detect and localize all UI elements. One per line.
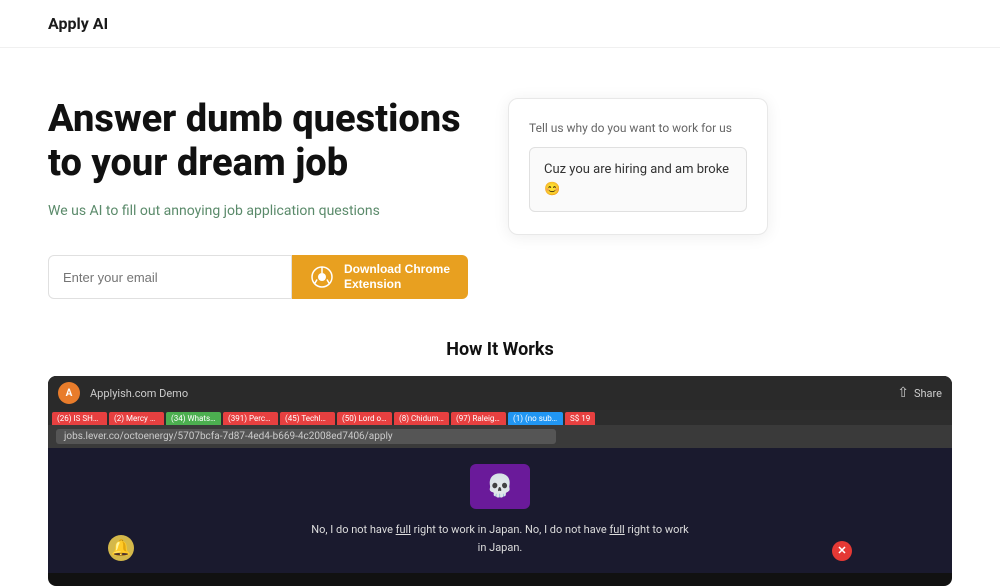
browser-tab[interactable]: (97) Raleigh Ritchi... bbox=[451, 412, 506, 425]
close-icon[interactable]: ✕ bbox=[832, 541, 852, 561]
card-label: Tell us why do you want to work for us bbox=[529, 121, 747, 135]
browser-tab[interactable]: (1) (no subject)... bbox=[508, 412, 563, 425]
browser-tab[interactable]: (8) Chidume Nia... bbox=[394, 412, 449, 425]
demo-card: Tell us why do you want to work for us C… bbox=[508, 98, 768, 235]
download-btn-label: Download Chrome Extension bbox=[344, 262, 450, 293]
video-container: A Applyish.com Demo ⇧ Share (26) IS SHE … bbox=[48, 376, 952, 586]
video-content-area: 💀 No, I do not have full right to work i… bbox=[48, 448, 952, 572]
url-bar[interactable]: jobs.lever.co/octoenergy/5707bcfa-7d87-4… bbox=[56, 429, 556, 444]
email-input[interactable] bbox=[48, 255, 292, 299]
browser-tab[interactable]: (45) Techlead giv... bbox=[280, 412, 335, 425]
video-avatar: A bbox=[58, 382, 80, 404]
hero-card-area: Tell us why do you want to work for us C… bbox=[508, 98, 768, 235]
header: Apply AI bbox=[0, 0, 1000, 48]
browser-tab[interactable]: (2) Mercy Odudo... bbox=[109, 412, 164, 425]
browser-chrome: jobs.lever.co/octoenergy/5707bcfa-7d87-4… bbox=[48, 425, 952, 448]
bell-icon: 🔔 bbox=[108, 535, 134, 561]
cta-row: Download Chrome Extension bbox=[48, 255, 468, 299]
video-answer-text: No, I do not have full right to work in … bbox=[310, 521, 690, 556]
skull-emoji: 💀 bbox=[486, 474, 513, 499]
share-icon: ⇧ bbox=[897, 385, 909, 401]
video-header: A Applyish.com Demo ⇧ Share bbox=[48, 376, 952, 410]
browser-tabs-row: (26) IS SHE THE... (2) Mercy Odudo... (3… bbox=[48, 410, 952, 425]
card-answer: Cuz you are hiring and am broke 😊 bbox=[529, 147, 747, 212]
hero-subtitle: We us AI to fill out annoying job applic… bbox=[48, 203, 468, 219]
video-emoji-box: 💀 bbox=[470, 464, 530, 509]
share-label: Share bbox=[914, 387, 942, 400]
hero-section: Answer dumb questions to your dream job … bbox=[0, 48, 1000, 329]
download-chrome-button[interactable]: Download Chrome Extension bbox=[292, 255, 468, 299]
logo: Apply AI bbox=[48, 14, 108, 33]
share-button[interactable]: ⇧ Share bbox=[897, 385, 942, 401]
section-title-row: How It Works bbox=[0, 329, 1000, 376]
browser-tab[interactable]: S$ 19 bbox=[565, 412, 595, 425]
video-tab-label: Applyish.com Demo bbox=[90, 387, 188, 400]
browser-tab[interactable]: (34) WhatsApp bbox=[166, 412, 221, 425]
browser-tab[interactable]: (26) IS SHE THE... bbox=[52, 412, 107, 425]
hero-title: Answer dumb questions to your dream job bbox=[48, 98, 468, 185]
browser-tab[interactable]: (391) Percy kills S... bbox=[223, 412, 278, 425]
section-title: How It Works bbox=[446, 339, 553, 360]
chrome-icon bbox=[310, 265, 334, 289]
browser-tab[interactable]: (50) Lord of Souls... bbox=[337, 412, 392, 425]
hero-left: Answer dumb questions to your dream job … bbox=[48, 98, 468, 299]
